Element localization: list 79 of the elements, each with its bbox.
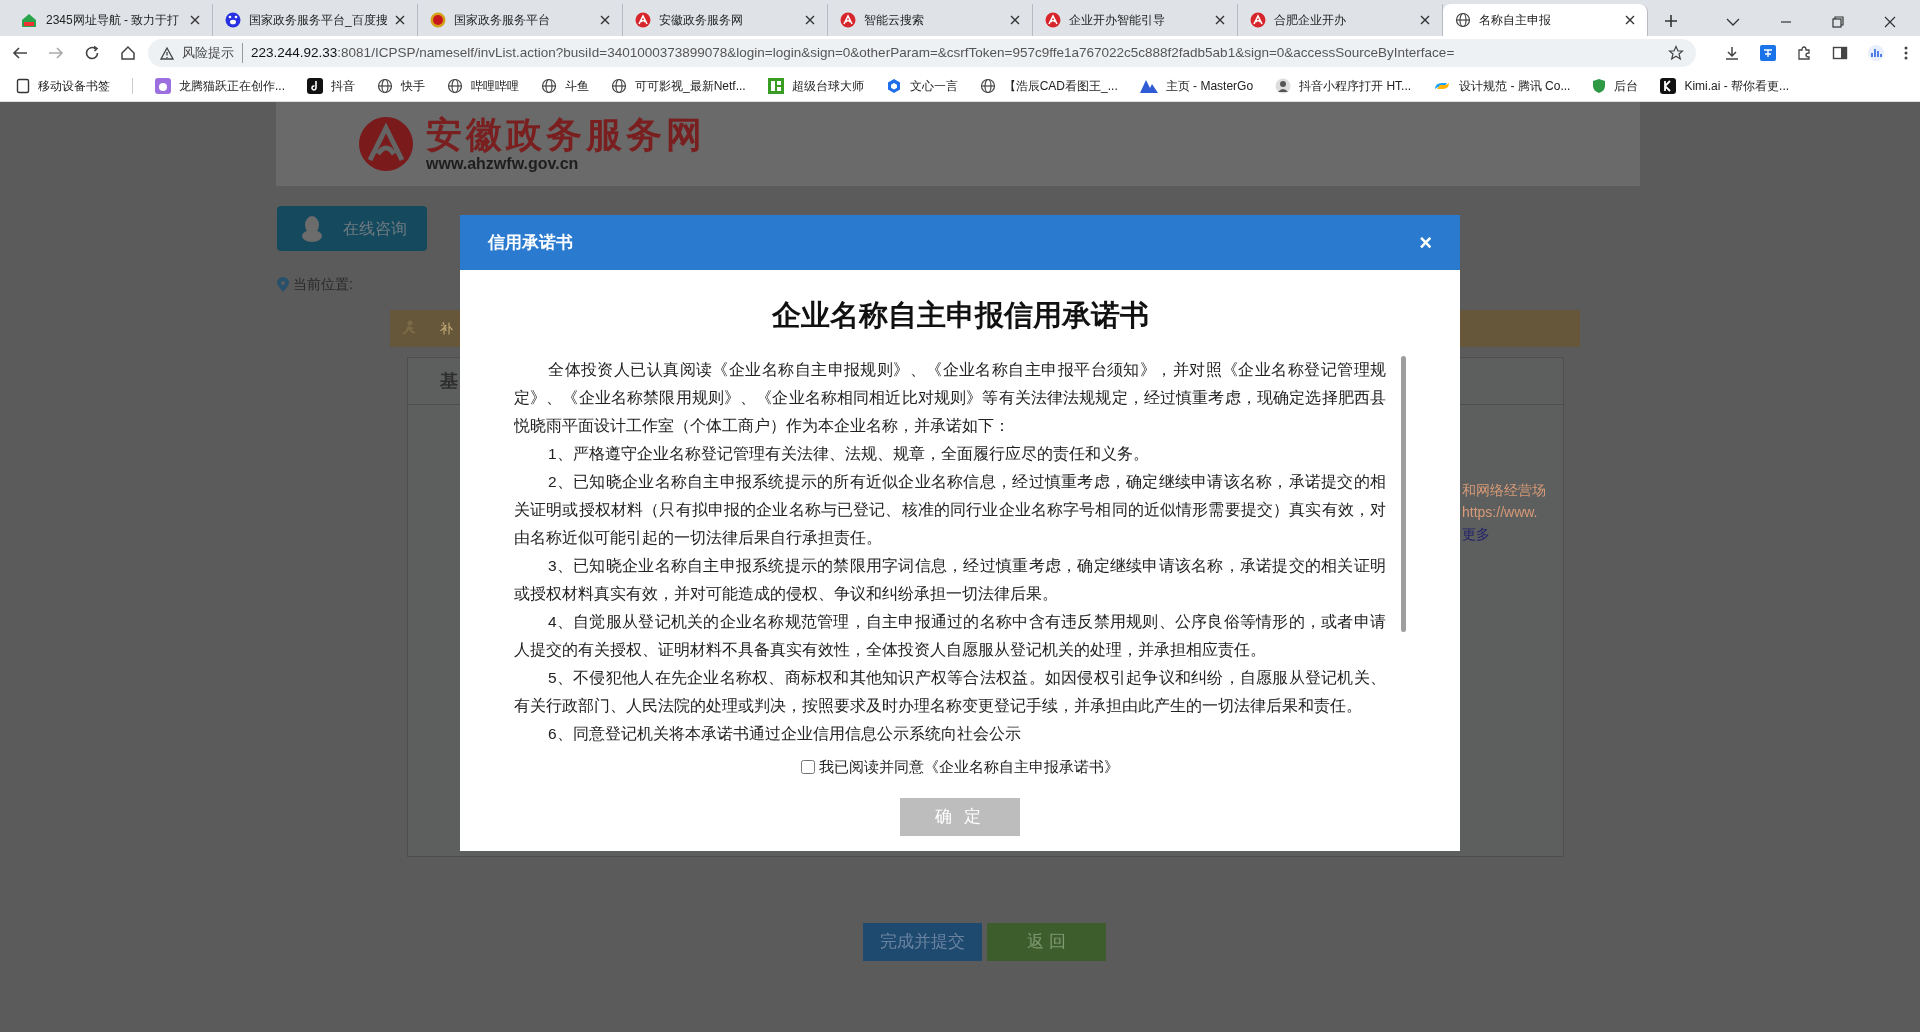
bookmark-link[interactable]: 抖音小程序打开 HT...	[1299, 76, 1412, 95]
triangle-logo-icon	[1139, 78, 1158, 93]
bookmark-link[interactable]: 抖音	[331, 76, 355, 95]
security-label: 风险提示	[182, 43, 243, 63]
close-icon[interactable]	[190, 15, 200, 25]
browser-tab[interactable]: 名称自主申报	[1443, 4, 1648, 36]
site-url: www.ahzwfw.gov.cn	[426, 155, 580, 173]
globe-icon	[541, 77, 557, 94]
bookmark-link[interactable]: 斗鱼	[565, 76, 589, 95]
shield-icon	[1592, 77, 1607, 94]
hexagon-icon	[885, 77, 902, 94]
globe-icon	[611, 77, 627, 94]
bar-chart-icon[interactable]	[1868, 45, 1884, 61]
sidebar-icon[interactable]	[1832, 45, 1848, 61]
tablet-icon	[16, 77, 30, 94]
close-icon[interactable]	[395, 15, 405, 25]
close-button[interactable]: ×	[1419, 231, 1432, 254]
translate-icon[interactable]	[1760, 45, 1776, 61]
scrollbar[interactable]	[1401, 355, 1406, 632]
emblem-icon	[430, 12, 446, 28]
modal-title: 信用承诺书	[488, 231, 573, 254]
commitment-paragraph: 3、已知晓企业名称自主申报系统提示的禁限用字词信息，经过慎重考虑，确定继续申请该名称，承诺提交的相关证明或授权材料真实有效，并对可能造成的侵权、争议和纠纷承担一切法律后果。	[514, 555, 1386, 604]
notice-text: https://www.	[1462, 503, 1539, 522]
penguin-icon	[301, 214, 323, 243]
site-name: 安徽政务服务网	[426, 115, 706, 155]
close-icon[interactable]	[1215, 15, 1225, 25]
new-tab-icon[interactable]	[1664, 14, 1678, 28]
globe-icon	[447, 77, 463, 94]
commitment-paragraph: 全体投资人已认真阅读《企业名称自主申报规则》、《企业名称自主申报平台须知》，并对照《企业名称登记管理规定》、《企业名称禁限用规则》、《企业名称相同相近比对规则》等有关法律法规规定，经过慎重考虑，现确定选择肥西县悦晓雨平面设计工作室（个体工商户）作为本企业名称，并承诺如下：	[514, 359, 1386, 436]
close-icon[interactable]	[1884, 16, 1896, 28]
grid-icon	[767, 77, 784, 94]
commitment-paragraph: 1、严格遵守企业名称登记管理有关法律、法规、规章，全面履行应尽的责任和义务。	[547, 443, 1150, 464]
close-icon[interactable]	[1010, 15, 1020, 25]
house-icon	[20, 12, 38, 28]
bookmark-link[interactable]: 快手	[401, 76, 425, 95]
address-field[interactable]: 风险提示 223.244.92.33:8081/ICPSP/nameself/invList.action?busiId=3401000373899078&login=login&sign=0&otherParam=&csrfToken=957c9ffe1a767022c5c888f2fadb5ab1&sign=0&accessSourceByInterface=	[148, 39, 1696, 67]
warning-icon[interactable]	[160, 46, 174, 60]
document-heading: 企业名称自主申报信用承诺书	[771, 298, 1149, 333]
bookmark-link[interactable]: 移动设备书签	[38, 76, 110, 95]
step-label: 补	[440, 319, 453, 338]
letter-k-logo-icon	[1660, 77, 1677, 94]
chevron-down-icon[interactable]	[1726, 17, 1740, 27]
star-icon[interactable]	[1668, 45, 1684, 61]
home-icon[interactable]	[120, 45, 136, 61]
globe-icon	[1455, 12, 1471, 28]
commitment-paragraph: 6、同意登记机关将本承诺书通过企业信用信息公示系统向社会公示	[547, 723, 1022, 744]
back-icon[interactable]	[12, 45, 28, 61]
agree-label: 我已阅读并同意《企业名称自主申报承诺书》	[819, 756, 1119, 777]
more-vertical-icon[interactable]	[1904, 45, 1908, 61]
bookmark-link[interactable]: 超级台球大师	[791, 76, 864, 95]
globe-icon	[377, 77, 393, 94]
agree-checkbox[interactable]	[801, 759, 815, 774]
bookmark-link[interactable]: 主页 - MasterGo	[1165, 76, 1254, 95]
music-note-icon	[307, 77, 323, 94]
close-icon[interactable]	[805, 15, 815, 25]
location-pin-icon	[277, 276, 289, 293]
globe-icon	[979, 77, 996, 94]
puzzle-icon[interactable]	[1796, 45, 1812, 61]
close-icon[interactable]	[1625, 15, 1635, 25]
bookmark-link[interactable]: 可可影视_最新Netf...	[635, 76, 746, 95]
bookmark-link[interactable]: 后台	[1614, 76, 1639, 95]
site-logo-icon	[358, 116, 414, 172]
commitment-paragraph: 5、不侵犯他人在先企业名称权、商标权和其他知识产权等合法权益。如因侵权引起争议和纠纷，自愿服从登记机关、有关行政部门、人民法院的处理或判决，按照要求及时办理名称变更登记手续，并承担由此产生的一切法律后果和责任。	[514, 667, 1386, 716]
close-icon[interactable]	[1420, 15, 1430, 25]
reload-icon[interactable]	[84, 45, 100, 61]
avatar-icon	[1275, 77, 1292, 94]
bookmark-link[interactable]: 龙腾猫跃正在创作...	[179, 76, 285, 95]
bookmark-link[interactable]: 哔哩哔哩	[471, 76, 519, 95]
notice-text: 和网络经营场	[1462, 481, 1546, 500]
bookmark-link[interactable]: Kimi.ai - 帮你看更...	[1684, 76, 1790, 95]
bookmark-link[interactable]: 文心一言	[909, 76, 958, 95]
close-icon[interactable]	[600, 15, 610, 25]
commitment-paragraph: 2、已知晓企业名称自主申报系统提示的所有近似企业名称信息，经过慎重考虑，确定继续申请该名称，承诺提交的相关证明或授权材料（只有拟申报的企业名称与已登记、核准的同行业企业名称字号相同的近似情形需要提交）真实有效，对由名称近似可能引起的一切法律后果自行承担责任。	[514, 471, 1386, 548]
bookmark-link[interactable]: 【浩辰CAD看图王_...	[1003, 76, 1118, 95]
commitment-paragraph: 4、自觉服从登记机关的企业名称规范管理，自主申报通过的名称中含有违反禁用规则、公序良俗等情形的，或者申请人提交的有关授权、证明材料不具备真实有效性，全体投资人自愿服从登记机关的处理，并承担相应责任。	[514, 611, 1386, 660]
url-text: 223.244.92.33:8081/ICPSP/nameself/invList.action?busiId=3401000373899078&login=login&sign=0&otherParam=&csrfToken=957c9ffe1a767022c5c888f2fadb5ab1&sign=0&accessSourceByInterface=	[251, 43, 1455, 62]
bookmark-link[interactable]: 设计规范 - 腾讯 Co...	[1459, 76, 1571, 95]
download-icon[interactable]	[1724, 45, 1740, 61]
restore-icon[interactable]	[1832, 16, 1844, 28]
